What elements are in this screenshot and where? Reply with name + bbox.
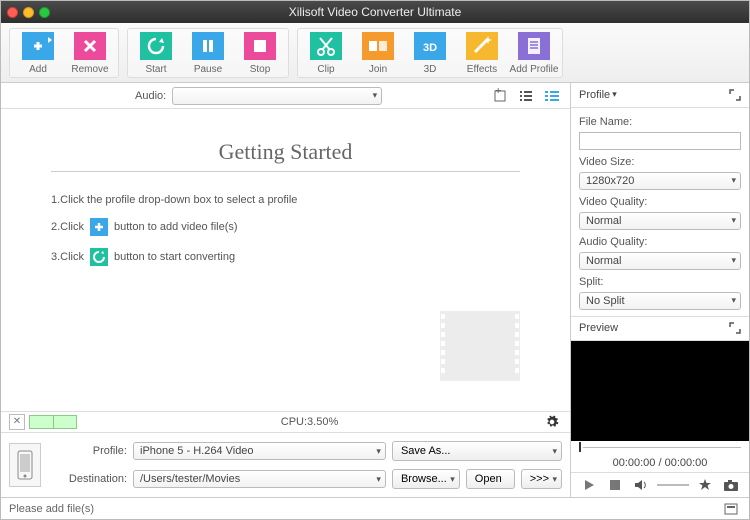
content-area: Getting Started 1.Click the profile drop… bbox=[1, 109, 570, 411]
videosize-select[interactable]: 1280x720 bbox=[579, 172, 741, 190]
split-select[interactable]: No Split bbox=[579, 292, 741, 310]
save-as-button[interactable]: Save As... bbox=[392, 441, 562, 461]
preview-viewport bbox=[571, 341, 749, 441]
audio-bar: Audio: + bbox=[1, 83, 570, 109]
close-cpu-button[interactable]: ✕ bbox=[9, 414, 25, 430]
scissors-icon bbox=[309, 31, 343, 61]
profile-select[interactable]: iPhone 5 - H.264 Video bbox=[133, 442, 386, 460]
3d-icon: 3D bbox=[413, 31, 447, 61]
status-icon[interactable] bbox=[721, 500, 741, 518]
audioqual-label: Audio Quality: bbox=[579, 236, 741, 248]
filename-input[interactable] bbox=[579, 132, 741, 150]
camera-icon[interactable] bbox=[721, 476, 741, 494]
cpu-meter bbox=[29, 415, 77, 429]
svg-text:3D: 3D bbox=[423, 42, 437, 54]
audio-label: Audio: bbox=[135, 90, 166, 102]
wand-icon bbox=[465, 31, 499, 61]
cpu-label: CPU: bbox=[281, 416, 307, 428]
cpu-value: 3.50% bbox=[307, 416, 338, 428]
toolbar: Add Remove Start Pause Stop Clip Join bbox=[1, 23, 749, 83]
audioqual-select[interactable]: Normal bbox=[579, 252, 741, 270]
join-icon bbox=[361, 31, 395, 61]
3d-button[interactable]: 3D 3D bbox=[404, 31, 456, 75]
start-button[interactable]: Start bbox=[130, 31, 182, 75]
preview-panel-header: Preview bbox=[571, 316, 749, 341]
videoqual-label: Video Quality: bbox=[579, 196, 741, 208]
detail-view-icon[interactable] bbox=[542, 87, 562, 105]
videosize-label: Video Size: bbox=[579, 156, 741, 168]
gear-icon[interactable] bbox=[542, 413, 562, 431]
film-placeholder-icon bbox=[440, 311, 520, 381]
titlebar: Xilisoft Video Converter Ultimate bbox=[1, 1, 749, 23]
plus-icon bbox=[21, 31, 55, 61]
step-3: 3.Click button to start converting bbox=[51, 248, 520, 266]
transport-bar bbox=[571, 472, 749, 497]
destination-select[interactable]: /Users/tester/Movies bbox=[133, 470, 386, 488]
profile-label: Profile: bbox=[49, 445, 127, 457]
stop-icon bbox=[243, 31, 277, 61]
volume-icon[interactable] bbox=[631, 476, 651, 494]
expand-preview-icon[interactable] bbox=[729, 322, 741, 334]
destination-label: Destination: bbox=[49, 473, 127, 485]
refresh-icon bbox=[139, 31, 173, 61]
join-button[interactable]: Join bbox=[352, 31, 404, 75]
stop-preview-icon[interactable] bbox=[605, 476, 625, 494]
open-button[interactable]: Open bbox=[466, 469, 515, 489]
pause-icon bbox=[191, 31, 225, 61]
add-item-icon[interactable]: + bbox=[490, 87, 510, 105]
profile-panel-header: Profile▾ bbox=[571, 83, 749, 108]
step-2: 2.Click button to add video file(s) bbox=[51, 218, 520, 236]
destination-panel: Profile: iPhone 5 - H.264 Video Save As.… bbox=[1, 433, 570, 497]
play-icon[interactable] bbox=[579, 476, 599, 494]
list-view-icon[interactable] bbox=[516, 87, 536, 105]
plus-icon bbox=[90, 218, 108, 236]
filename-label: File Name: bbox=[579, 116, 741, 128]
add-button[interactable]: Add bbox=[12, 31, 64, 75]
stop-button[interactable]: Stop bbox=[234, 31, 286, 75]
add-profile-button[interactable]: Add Profile bbox=[508, 31, 560, 75]
device-thumbnail bbox=[9, 443, 41, 487]
x-icon bbox=[73, 31, 107, 61]
cpu-bar: ✕ CPU: 3.50% bbox=[1, 411, 570, 433]
browse-button[interactable]: Browse... bbox=[392, 469, 460, 489]
refresh-icon bbox=[90, 248, 108, 266]
getting-started-title: Getting Started bbox=[51, 139, 520, 165]
preview-time: 00:00:00 / 00:00:00 bbox=[571, 454, 749, 472]
step-1: 1.Click the profile drop-down box to sel… bbox=[51, 194, 520, 206]
window-title: Xilisoft Video Converter Ultimate bbox=[1, 5, 749, 19]
star-icon[interactable] bbox=[695, 476, 715, 494]
clip-button[interactable]: Clip bbox=[300, 31, 352, 75]
volume-slider[interactable] bbox=[657, 484, 689, 486]
preview-timeline[interactable] bbox=[571, 441, 749, 454]
status-message: Please add file(s) bbox=[9, 503, 94, 515]
audio-select[interactable] bbox=[172, 87, 382, 105]
expand-profile-icon[interactable] bbox=[729, 89, 741, 101]
split-label: Split: bbox=[579, 276, 741, 288]
status-bar: Please add file(s) bbox=[1, 497, 749, 519]
svg-text:+: + bbox=[495, 88, 501, 97]
pause-button[interactable]: Pause bbox=[182, 31, 234, 75]
remove-button[interactable]: Remove bbox=[64, 31, 116, 75]
profile-panel: File Name: Video Size: 1280x720 Video Qu… bbox=[571, 108, 749, 316]
effects-button[interactable]: Effects bbox=[456, 31, 508, 75]
document-icon bbox=[517, 31, 551, 61]
videoqual-select[interactable]: Normal bbox=[579, 212, 741, 230]
arrows-button[interactable]: >>> bbox=[521, 469, 562, 489]
